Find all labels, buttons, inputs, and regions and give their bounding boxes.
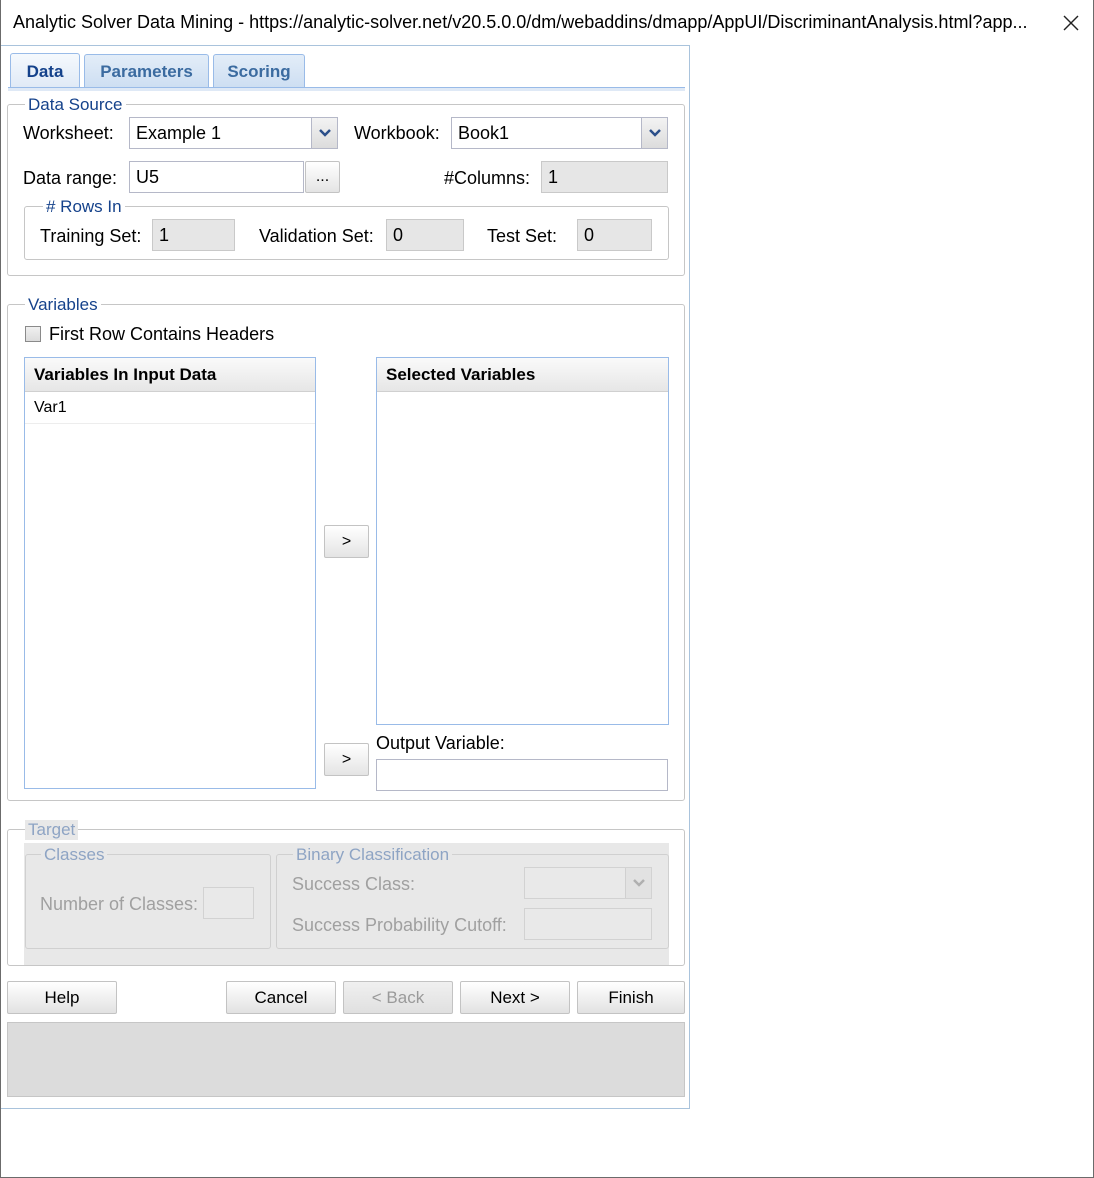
window-title: Analytic Solver Data Mining - https://an… <box>13 12 1028 32</box>
target-legend: Target <box>25 820 79 840</box>
selected-variables-list[interactable]: Selected Variables <box>376 357 669 725</box>
rows-in-legend: # Rows In <box>43 197 125 217</box>
validation-set-value: 0 <box>393 224 404 245</box>
list-item[interactable]: Var1 <box>25 392 315 424</box>
workbook-combo[interactable]: Book1 <box>451 117 668 149</box>
move-to-output-button[interactable]: > <box>324 743 369 776</box>
worksheet-combo[interactable]: Example 1 <box>129 117 338 149</box>
tab-scoring[interactable]: Scoring <box>213 54 305 88</box>
workbook-label: Workbook: <box>354 123 440 143</box>
first-row-headers-label: First Row Contains Headers <box>49 324 275 344</box>
chevron-down-icon <box>648 129 661 137</box>
num-classes-label: Number of Classes: <box>40 894 199 914</box>
worksheet-label: Worksheet: <box>23 123 114 143</box>
columns-value: 1 <box>548 166 559 187</box>
first-row-headers-checkbox[interactable] <box>25 326 41 342</box>
tab-data[interactable]: Data <box>10 53 80 89</box>
binary-classification-legend: Binary Classification <box>293 845 453 865</box>
num-classes-field <box>203 887 254 919</box>
workbook-value: Book1 <box>458 122 510 143</box>
training-set-value: 1 <box>159 224 170 245</box>
worksheet-value: Example 1 <box>136 122 222 143</box>
data-range-input[interactable]: U5 <box>129 161 304 193</box>
test-set-value: 0 <box>584 224 595 245</box>
close-button[interactable] <box>1053 4 1089 42</box>
tab-parameters[interactable]: Parameters <box>84 54 209 88</box>
data-range-value: U5 <box>136 166 160 187</box>
test-set-field: 0 <box>577 219 652 251</box>
tab-strip-divider <box>8 87 685 91</box>
input-variables-header: Variables In Input Data <box>25 358 315 392</box>
validation-set-label: Validation Set: <box>259 226 374 246</box>
input-variables-list[interactable]: Variables In Input Data Var1 <box>24 357 316 789</box>
help-button[interactable]: Help <box>7 981 117 1014</box>
selected-variables-header: Selected Variables <box>377 358 668 392</box>
test-set-label: Test Set: <box>487 226 558 246</box>
cutoff-label: Success Probability Cutoff: <box>292 915 507 935</box>
data-range-label: Data range: <box>23 168 118 188</box>
title-bar: Analytic Solver Data Mining - https://an… <box>1 0 1093 46</box>
close-icon <box>1063 15 1079 31</box>
back-button: < Back <box>343 981 453 1014</box>
columns-field: 1 <box>541 161 668 193</box>
next-button[interactable]: Next > <box>460 981 570 1014</box>
output-variable-label: Output Variable: <box>376 733 505 753</box>
success-class-dropdown-button <box>625 868 651 898</box>
status-panel <box>7 1022 685 1097</box>
classes-legend: Classes <box>41 845 108 865</box>
cutoff-field <box>524 908 652 940</box>
data-source-legend: Data Source <box>25 95 126 115</box>
success-class-label: Success Class: <box>292 874 416 894</box>
move-to-selected-button[interactable]: > <box>324 525 369 558</box>
worksheet-dropdown-button[interactable] <box>311 118 337 148</box>
variables-legend: Variables <box>25 295 101 315</box>
workbook-dropdown-button[interactable] <box>641 118 667 148</box>
training-set-field: 1 <box>152 219 235 251</box>
validation-set-field: 0 <box>386 219 464 251</box>
chevron-down-icon <box>632 879 645 887</box>
cancel-button[interactable]: Cancel <box>226 981 336 1014</box>
success-class-combo <box>524 867 652 899</box>
chevron-down-icon <box>318 129 331 137</box>
finish-button[interactable]: Finish <box>577 981 685 1014</box>
output-variable-field[interactable] <box>376 759 668 791</box>
columns-label: #Columns: <box>444 168 531 188</box>
training-set-label: Training Set: <box>40 226 142 246</box>
data-range-picker-button[interactable]: ... <box>305 161 340 193</box>
